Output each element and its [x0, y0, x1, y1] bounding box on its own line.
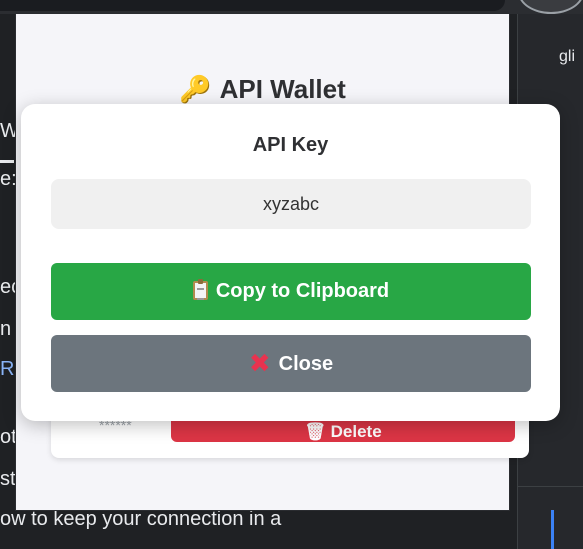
close-button-label: Close [278, 353, 334, 375]
background-text: We [0, 120, 16, 142]
background-text: ow to keep your connection in a [0, 508, 282, 530]
api-key-modal: API Key xyzabc Copy to Clipboard ✖ Close [21, 104, 560, 421]
background-text: gli [559, 48, 576, 65]
divider [517, 486, 583, 487]
background-text: n [0, 318, 12, 340]
background-text: ot [0, 426, 16, 448]
popup-title: 🔑 API Wallet [16, 74, 509, 105]
background-text: st [0, 468, 16, 490]
background-text: ec [0, 276, 16, 298]
background-link[interactable]: Re [0, 358, 16, 381]
scroll-indicator [551, 510, 554, 549]
copy-button-label: Copy to Clipboard [215, 280, 390, 302]
browser-tab-strip [0, 0, 505, 11]
close-button[interactable]: ✖ Close [51, 335, 531, 392]
copy-to-clipboard-button[interactable]: Copy to Clipboard [51, 263, 531, 320]
popup-title-text: API Wallet [219, 74, 346, 104]
close-icon: ✖ [248, 348, 271, 378]
background-tab-underline [0, 160, 14, 163]
background-text: e: [0, 168, 16, 190]
modal-title: API Key [252, 134, 329, 156]
key-icon: 🔑 [179, 74, 212, 104]
clipboard-icon [192, 279, 208, 300]
api-key-field[interactable]: xyzabc [51, 179, 531, 229]
